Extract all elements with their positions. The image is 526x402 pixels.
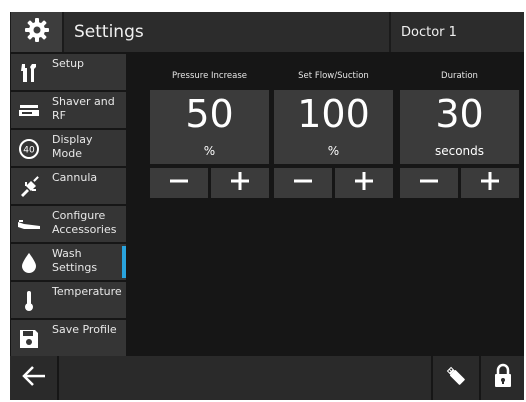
save-icon — [15, 325, 43, 353]
flow-suction-label: Set Flow/Suction — [298, 71, 369, 81]
duration-value: 30 — [435, 92, 484, 136]
display-mode-icon: 40 — [15, 135, 43, 163]
flow-suction-value: 100 — [297, 92, 370, 136]
plus-icon — [352, 169, 376, 197]
back-button[interactable] — [11, 356, 57, 400]
pressure-increase-label: Pressure Increase — [172, 71, 247, 81]
sidebar-item-cannula[interactable]: Cannula — [11, 168, 126, 204]
settings-menu-button[interactable] — [11, 12, 62, 52]
minus-icon — [167, 169, 191, 197]
usb-icon — [443, 363, 469, 393]
sidebar-item-shaver-rf[interactable]: Shaver and RF — [11, 92, 126, 128]
droplet-icon — [15, 249, 43, 277]
flow-suction-value-box: 100 % — [274, 90, 393, 164]
sidebar-item-label: Wash Settings — [52, 247, 98, 274]
usb-button[interactable] — [433, 356, 479, 400]
flow-suction-plus-button[interactable] — [335, 168, 393, 198]
tools-icon — [15, 59, 43, 87]
thermometer-icon — [15, 287, 43, 315]
plus-icon — [478, 169, 502, 197]
sidebar-nav: Setup Shaver and RF 40 Display Mode Cann… — [10, 54, 126, 356]
shaver-icon — [15, 97, 43, 125]
sidebar-item-label: Configure Accessories — [52, 209, 117, 236]
pressure-increase-value: 50 — [185, 92, 234, 136]
sidebar-item-setup[interactable]: Setup — [11, 54, 126, 90]
back-arrow-icon — [21, 364, 47, 392]
duration-value-box: 30 seconds — [400, 90, 519, 164]
page-title: Settings — [64, 12, 389, 52]
duration-plus-button[interactable] — [461, 168, 519, 198]
sidebar-item-label: Cannula — [52, 171, 98, 184]
lock-button[interactable] — [481, 356, 524, 400]
flow-suction-unit: % — [327, 144, 340, 158]
plus-icon — [228, 169, 252, 197]
header-bar: Settings Doctor 1 — [10, 12, 524, 52]
sidebar-item-label: Temperature — [52, 285, 122, 298]
display-mode-badge: 40 — [23, 146, 35, 156]
accessories-icon — [15, 211, 43, 239]
cannula-icon — [15, 173, 43, 201]
minus-icon — [417, 169, 441, 197]
sidebar-item-wash-settings[interactable]: Wash Settings — [11, 244, 126, 280]
sidebar-item-save-profile[interactable]: Save Profile — [11, 320, 126, 356]
pressure-increase-plus-button[interactable] — [211, 168, 269, 198]
footer-bar — [10, 356, 524, 400]
current-user[interactable]: Doctor 1 — [391, 12, 524, 52]
footer-divider — [57, 356, 59, 400]
sidebar-item-label: Setup — [52, 57, 85, 70]
sidebar-item-display-mode[interactable]: 40 Display Mode — [11, 130, 126, 166]
duration-unit: seconds — [434, 144, 485, 158]
wash-settings-panel: Pressure Increase 50 % Set Flow/Suction … — [128, 54, 524, 356]
settings-screen: Settings Doctor 1 Setup Shaver and RF 40… — [10, 12, 524, 400]
pressure-increase-minus-button[interactable] — [150, 168, 208, 198]
sidebar-item-temperature[interactable]: Temperature — [11, 282, 126, 318]
sidebar-item-label: Display Mode — [52, 133, 93, 160]
duration-label: Duration — [441, 71, 478, 81]
sidebar-item-label: Shaver and RF — [52, 95, 115, 122]
sidebar-item-configure-accessories[interactable]: Configure Accessories — [11, 206, 126, 242]
pressure-increase-unit: % — [203, 144, 216, 158]
gear-icon — [24, 17, 50, 47]
flow-suction-minus-button[interactable] — [274, 168, 332, 198]
sidebar-item-label: Save Profile — [52, 323, 117, 336]
active-indicator — [122, 246, 126, 278]
pressure-increase-value-box: 50 % — [150, 90, 269, 164]
minus-icon — [291, 169, 315, 197]
lock-icon — [492, 363, 514, 393]
duration-minus-button[interactable] — [400, 168, 458, 198]
